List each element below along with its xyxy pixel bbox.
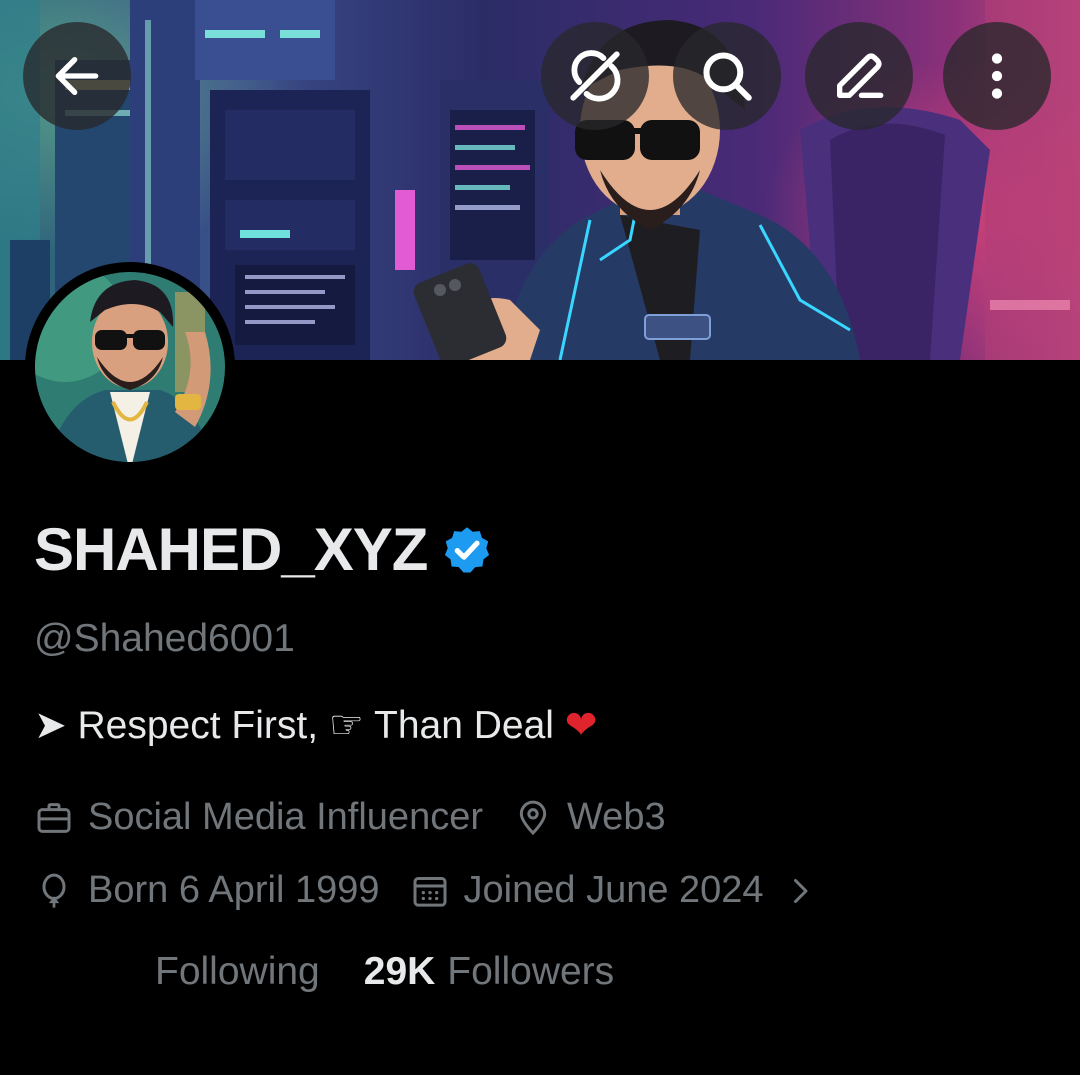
location-pin-icon bbox=[519, 800, 547, 835]
search-button[interactable] bbox=[673, 22, 781, 130]
verified-badge-icon[interactable] bbox=[441, 524, 493, 576]
followers-link[interactable]: 29K Followers bbox=[364, 950, 614, 994]
chevron-right-icon bbox=[793, 878, 808, 903]
birthday-item: Born 6 April 1999 bbox=[34, 869, 380, 912]
edit-icon bbox=[837, 53, 884, 98]
more-options-button[interactable] bbox=[943, 22, 1051, 130]
arrow-left-icon bbox=[55, 56, 99, 96]
user-handle: @Shahed6001 bbox=[34, 617, 295, 660]
heart-emoji: ❤ bbox=[564, 704, 598, 747]
joined-text: Joined June 2024 bbox=[463, 869, 764, 911]
name-row: SHAHED_XYZ bbox=[34, 515, 493, 584]
location-item: Web3 bbox=[513, 796, 666, 839]
category-item: Social Media Influencer bbox=[34, 796, 483, 839]
meta-row-2: Born 6 April 1999 Joined June 2024 bbox=[34, 869, 818, 912]
avatar-image bbox=[35, 272, 225, 462]
grok-button[interactable] bbox=[541, 22, 649, 130]
edit-profile-button[interactable] bbox=[805, 22, 913, 130]
search-icon bbox=[703, 52, 752, 101]
avatar[interactable] bbox=[25, 262, 235, 472]
meta-row-1: Social Media Influencer Web3 bbox=[34, 796, 666, 839]
balloon-icon bbox=[42, 873, 66, 908]
category-text: Social Media Influencer bbox=[88, 796, 483, 838]
joined-item[interactable]: Joined June 2024 bbox=[410, 869, 818, 912]
briefcase-icon bbox=[37, 802, 71, 833]
bio: ➤ Respect First, ☞ Than Deal ❤ bbox=[34, 703, 597, 748]
display-name: SHAHED_XYZ bbox=[34, 516, 428, 583]
following-link[interactable]: Following bbox=[155, 950, 320, 994]
followers-label: Followers bbox=[447, 950, 615, 993]
followers-count: 29K bbox=[363, 950, 436, 993]
more-vertical-icon bbox=[991, 53, 1003, 99]
calendar-icon bbox=[413, 876, 447, 907]
location-text: Web3 bbox=[567, 796, 666, 838]
follow-stats: Following 29K Followers bbox=[155, 950, 614, 994]
back-button[interactable] bbox=[23, 22, 131, 130]
grok-icon bbox=[570, 50, 621, 102]
birthday-text: Born 6 April 1999 bbox=[88, 869, 380, 911]
bio-text: ➤ Respect First, ☞ Than Deal bbox=[34, 704, 554, 747]
